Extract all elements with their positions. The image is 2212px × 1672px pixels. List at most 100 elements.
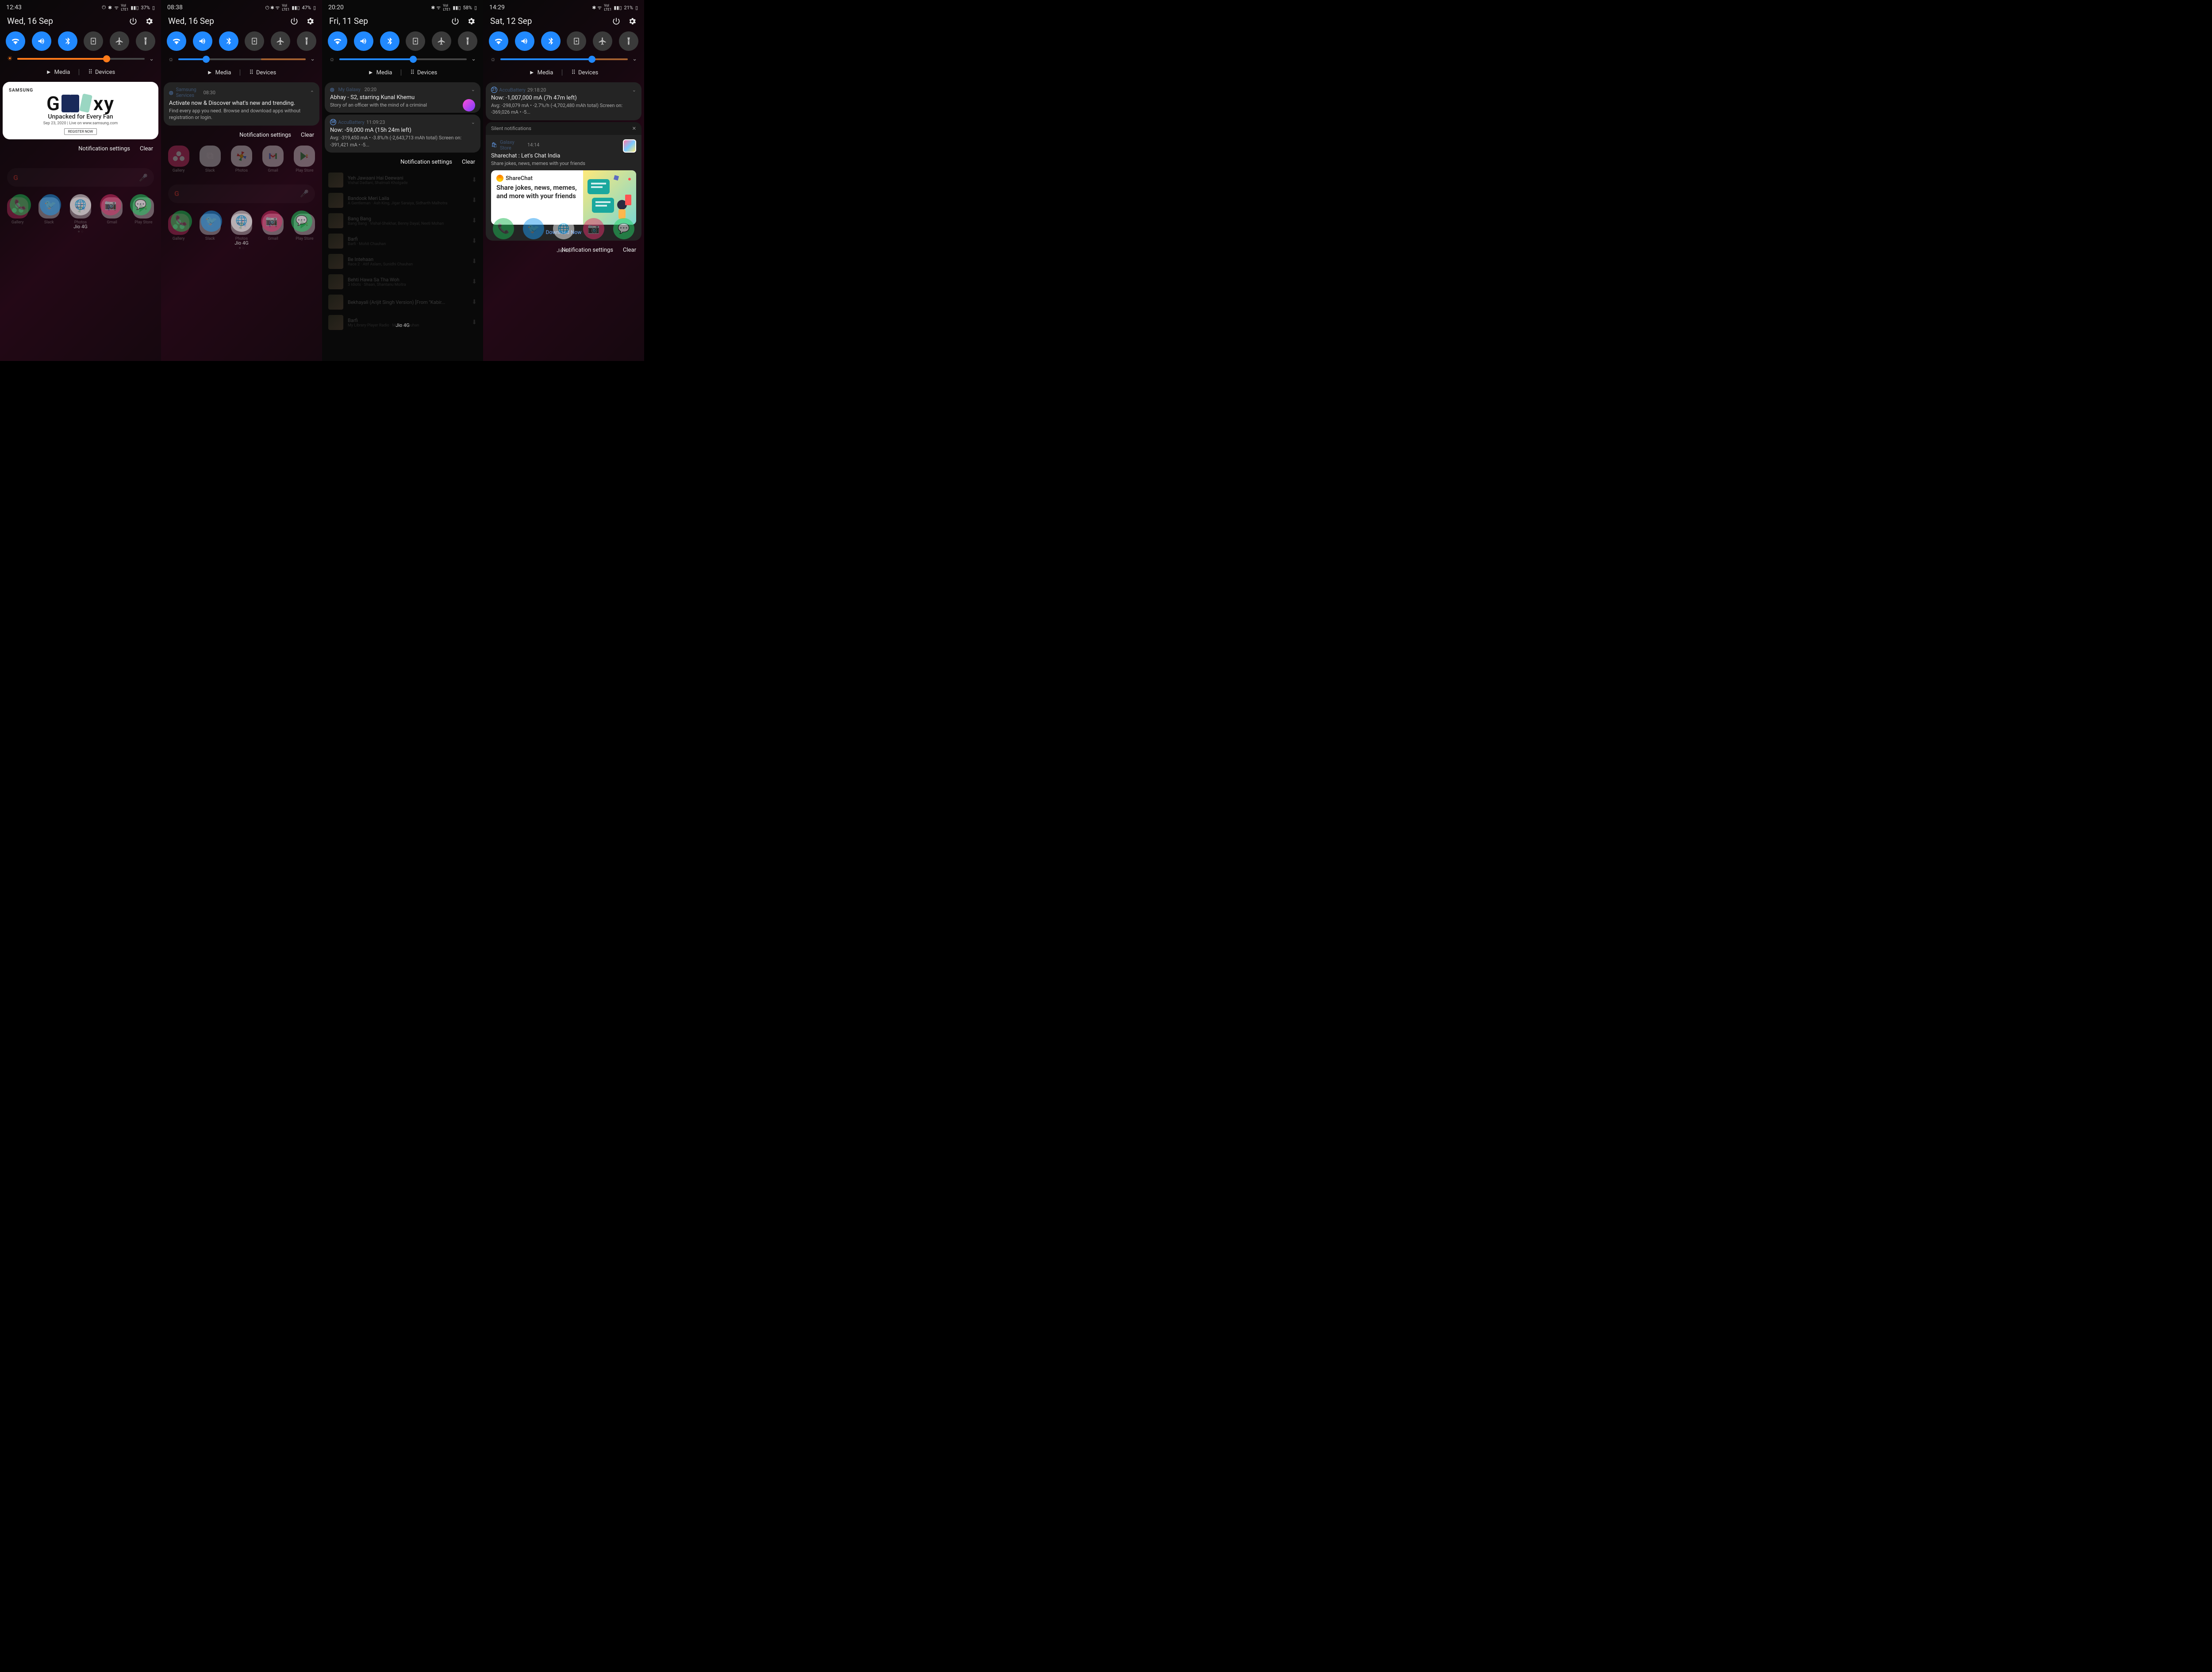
media-button[interactable]: ►Media <box>46 69 70 76</box>
media-button[interactable]: ► Media <box>368 69 392 76</box>
dock-chrome[interactable]: 🌐 <box>70 194 91 215</box>
collapse-icon[interactable]: ⌃ <box>310 90 314 96</box>
song-row[interactable]: Bang BangBang Bang · Vishal-Shekhar, Ben… <box>322 211 483 231</box>
notification-card[interactable]: ◎ My Galaxy 20:20 ⌄ Abhay - S2, starring… <box>325 82 480 113</box>
song-row[interactable]: Behti Hawa Sa Tha Woh3 Idiots · Shaan, S… <box>322 272 483 292</box>
song-row[interactable]: BarfiBarfi · Mohit Chauhan ⬇ <box>322 231 483 251</box>
clear-button[interactable]: Clear <box>462 159 475 165</box>
dock-twitter[interactable]: 🐦 <box>201 211 222 232</box>
app-gmail[interactable]: Gmail <box>261 146 285 173</box>
song-row[interactable]: Bekhayali (Arijit Singh Version) [From "… <box>322 292 483 312</box>
app-photos[interactable]: Photos <box>229 146 254 173</box>
download-icon[interactable]: ⬇ <box>472 176 477 184</box>
download-icon[interactable]: ⬇ <box>472 258 477 265</box>
devices-button[interactable]: ⠿ Devices <box>249 69 276 76</box>
bluetooth-toggle[interactable] <box>219 31 238 51</box>
flashlight-toggle[interactable] <box>136 31 155 51</box>
flashlight-toggle[interactable] <box>619 31 638 51</box>
media-button[interactable]: ► Media <box>529 69 553 76</box>
rotation-toggle[interactable] <box>406 31 425 51</box>
notification-card[interactable]: 58 AccuBattery 11:09:23 ⌄ Now: -59,000 m… <box>325 115 480 153</box>
download-icon[interactable]: ⬇ <box>472 217 477 224</box>
clear-button[interactable]: Clear <box>140 146 153 152</box>
settings-icon[interactable] <box>466 16 476 26</box>
app-slack[interactable]: ⧉ Slack <box>198 146 223 173</box>
dock-whatsapp[interactable]: 💬 <box>130 194 151 215</box>
google-search-bar[interactable]: G 🎤 <box>7 168 154 187</box>
brightness-slider[interactable] <box>339 58 467 60</box>
dock-phone[interactable]: 📞 <box>171 211 192 232</box>
notification-settings-link[interactable]: Notification settings <box>400 159 452 165</box>
devices-button[interactable]: ⠿ Devices <box>571 69 598 76</box>
expand-icon[interactable]: ⌄ <box>471 87 475 92</box>
brightness-expand[interactable]: ⌄ <box>632 56 637 62</box>
settings-icon[interactable] <box>144 16 154 26</box>
dock-chrome[interactable]: 🌐 <box>231 211 252 232</box>
airplane-toggle[interactable] <box>110 31 129 51</box>
brightness-slider[interactable] <box>178 58 306 60</box>
expand-icon[interactable]: ⌄ <box>632 87 636 93</box>
notification-settings-link[interactable]: Notification settings <box>78 146 130 152</box>
airplane-toggle[interactable] <box>271 31 290 51</box>
google-search-bar[interactable]: G 🎤 <box>168 184 315 203</box>
brightness-expand[interactable]: ⌄ <box>149 56 154 62</box>
power-icon[interactable] <box>128 16 138 26</box>
rotation-toggle[interactable] <box>84 31 103 51</box>
rotation-toggle[interactable] <box>567 31 586 51</box>
dock-whatsapp[interactable]: 💬 <box>613 218 634 239</box>
brightness-slider[interactable] <box>17 58 145 60</box>
sound-toggle[interactable] <box>354 31 373 51</box>
download-icon[interactable]: ⬇ <box>472 238 477 245</box>
brightness-slider[interactable] <box>500 58 628 60</box>
notification-card[interactable]: ◎ Samsung Services 08:30 ⌃ Activate now … <box>164 82 319 126</box>
wifi-toggle[interactable] <box>328 31 347 51</box>
airplane-toggle[interactable] <box>593 31 612 51</box>
notification-card[interactable]: 21 AccuBattery 29:18:20 ⌄ Now: -1,007,00… <box>486 82 641 120</box>
song-row[interactable]: Be IntehaanRace 2 · Atif Aslam, Sunidhi … <box>322 251 483 272</box>
expand-icon[interactable]: ⌄ <box>471 119 475 125</box>
clear-button[interactable]: Clear <box>301 132 314 138</box>
flashlight-toggle[interactable] <box>458 31 477 51</box>
dock-instagram[interactable]: 📷 <box>583 218 604 239</box>
app-play store[interactable]: Play Store <box>292 146 317 173</box>
media-button[interactable]: ► Media <box>207 69 231 76</box>
wifi-toggle[interactable] <box>6 31 25 51</box>
app-gallery[interactable]: Gallery <box>166 146 191 173</box>
power-icon[interactable] <box>289 16 299 26</box>
bluetooth-toggle[interactable] <box>380 31 399 51</box>
download-icon[interactable]: ⬇ <box>472 197 477 204</box>
sharechat-promo[interactable]: ShareChat Share jokes, news, memes, and … <box>491 170 636 225</box>
sound-toggle[interactable] <box>193 31 212 51</box>
brightness-expand[interactable]: ⌄ <box>310 56 315 62</box>
samsung-ad-card[interactable]: SAMSUNG G xy Unpacked for Every Fan Sep … <box>3 82 158 139</box>
brightness-expand[interactable]: ⌄ <box>471 56 476 62</box>
dock-whatsapp[interactable]: 💬 <box>291 211 312 232</box>
settings-icon[interactable] <box>627 16 637 26</box>
dock-instagram[interactable]: 📷 <box>261 211 282 232</box>
dock-phone[interactable]: 📞 <box>493 218 514 239</box>
dock-twitter[interactable]: 🐦 <box>40 194 61 215</box>
dock-instagram[interactable]: 📷 <box>100 194 121 215</box>
devices-button[interactable]: ⠿ Devices <box>410 69 437 76</box>
dock-chrome[interactable]: 🌐 <box>553 218 574 239</box>
wifi-toggle[interactable] <box>489 31 508 51</box>
notification-settings-link[interactable]: Notification settings <box>239 132 291 138</box>
download-icon[interactable]: ⬇ <box>472 299 477 306</box>
dock-phone[interactable]: 📞 <box>10 194 31 215</box>
power-icon[interactable] <box>611 16 621 26</box>
bluetooth-toggle[interactable] <box>58 31 77 51</box>
flashlight-toggle[interactable] <box>297 31 316 51</box>
devices-button[interactable]: ⠿Devices <box>88 69 115 76</box>
ad-register-button[interactable]: REGISTER NOW <box>64 128 97 135</box>
song-row[interactable]: Yeh Jawaani Hai DeewaniVishal Dadlani, S… <box>322 170 483 190</box>
sound-toggle[interactable] <box>515 31 534 51</box>
wifi-toggle[interactable] <box>167 31 186 51</box>
close-icon[interactable]: ✕ <box>632 126 636 131</box>
airplane-toggle[interactable] <box>432 31 451 51</box>
bluetooth-toggle[interactable] <box>541 31 561 51</box>
song-row[interactable]: Bandook Meri LailaA Gentleman · Ash King… <box>322 190 483 211</box>
rotation-toggle[interactable] <box>245 31 264 51</box>
dock-twitter[interactable]: 🐦 <box>523 218 544 239</box>
download-icon[interactable]: ⬇ <box>472 278 477 285</box>
sound-toggle[interactable] <box>32 31 51 51</box>
